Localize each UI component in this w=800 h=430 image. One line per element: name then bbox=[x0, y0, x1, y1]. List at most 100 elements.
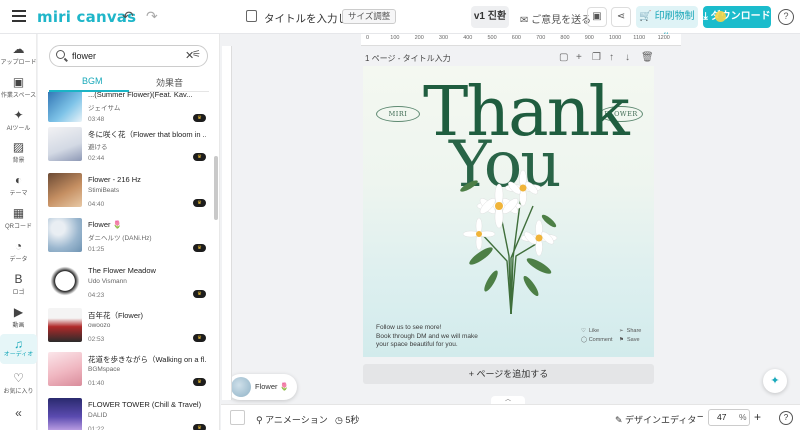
ruler-tick-label: 700 bbox=[536, 35, 546, 41]
rail-label: 作業スペース bbox=[0, 93, 37, 99]
rail-item-theme[interactable]: ◐ テーマ bbox=[0, 173, 37, 197]
miri-badge[interactable]: MIRI bbox=[376, 106, 420, 122]
search-box[interactable]: flower ✕ bbox=[49, 45, 208, 67]
track-item[interactable]: The Flower Meadow Udo Vismann 04:23 ♛ bbox=[48, 264, 208, 309]
zoom-unit: % bbox=[739, 412, 747, 422]
magic-sparkle-icon[interactable]: ✦ bbox=[763, 369, 787, 393]
save-action[interactable]: ⚑ Save bbox=[619, 337, 640, 343]
delete-icon[interactable]: 🗑 bbox=[641, 52, 654, 63]
ruler-tick-label: 1100 bbox=[633, 35, 646, 41]
track-thumbnail[interactable] bbox=[48, 92, 82, 122]
track-duration: 04:23 bbox=[88, 292, 105, 299]
track-title: FLOWER TOWER (Chill & Travel) bbox=[88, 400, 202, 409]
rail-item-ai-tools[interactable]: ✦ AIツール bbox=[0, 108, 37, 132]
page-thumbnail[interactable] bbox=[230, 410, 245, 425]
menu-icon[interactable] bbox=[12, 10, 26, 22]
zoom-out-button[interactable]: − bbox=[697, 411, 703, 423]
animation-button[interactable]: ⚲ アニメーション bbox=[256, 413, 328, 426]
ruler-tick-label: 500 bbox=[487, 35, 497, 41]
design-page[interactable]: MIRI FLOWER Thank You Follow us to see m… bbox=[363, 66, 654, 357]
rail-item-favorites[interactable]: ♡ お気に入り bbox=[0, 371, 37, 395]
logo-icon: B bbox=[14, 272, 23, 286]
track-item[interactable]: FLOWER TOWER (Chill & Travel) DALID 01:22 ♛ bbox=[48, 398, 208, 430]
download-button[interactable]: ⤓ ダウンロード bbox=[703, 6, 771, 28]
rail-item-background[interactable]: ▨ 背景 bbox=[0, 140, 37, 164]
track-thumbnail[interactable] bbox=[48, 173, 82, 207]
resize-button[interactable]: サイズ調整 bbox=[342, 9, 397, 24]
filter-icon[interactable]: ⚟ bbox=[192, 49, 201, 60]
rail-item-logo[interactable]: B ロゴ bbox=[0, 272, 37, 296]
rail-item-video[interactable]: ▶ 動画 bbox=[0, 305, 37, 329]
ruler-tick-label: 800 bbox=[560, 35, 570, 41]
track-thumbnail[interactable] bbox=[48, 218, 82, 252]
track-thumbnail[interactable] bbox=[48, 352, 82, 386]
track-thumbnail[interactable] bbox=[48, 127, 82, 161]
daisy-bouquet-illustration[interactable] bbox=[451, 166, 566, 316]
video-icon: ▶ bbox=[13, 305, 24, 319]
tab-sound-effects[interactable]: 効果音 bbox=[156, 76, 183, 89]
track-item[interactable]: Flower - 216 Hz StimiBeats 04:40 ♛ bbox=[48, 173, 208, 218]
move-down-icon[interactable]: ↓ bbox=[625, 52, 630, 63]
track-item[interactable]: Flower 🌷 ダニヘルツ (DANi.Hz) 01:25 ♛ bbox=[48, 218, 208, 263]
track-duration: 04:40 bbox=[88, 201, 105, 208]
add-page-button[interactable]: + ページを追加する bbox=[363, 364, 654, 384]
premium-crown-icon: ♛ bbox=[193, 114, 206, 122]
like-action[interactable]: ♡ Like bbox=[581, 328, 599, 334]
zoom-value: 47 bbox=[717, 412, 727, 422]
add-icon[interactable]: + bbox=[576, 52, 582, 63]
share-label: Share bbox=[626, 328, 642, 334]
rail-item-collapse[interactable]: « bbox=[0, 406, 37, 420]
track-thumbnail[interactable] bbox=[48, 398, 82, 430]
track-thumbnail[interactable] bbox=[48, 308, 82, 342]
duplicate-icon[interactable]: ❐ bbox=[592, 52, 601, 63]
rail-label: お気に入り bbox=[3, 389, 34, 395]
share-icon[interactable]: ⋖ bbox=[611, 7, 631, 27]
data-icon: ◔ bbox=[14, 239, 23, 253]
track-thumbnail[interactable] bbox=[48, 264, 82, 298]
vertical-ruler bbox=[222, 46, 232, 400]
move-up-icon[interactable]: ↑ bbox=[609, 52, 614, 63]
upload-icon: ☁ bbox=[12, 42, 25, 56]
zoom-in-button[interactable]: + bbox=[754, 410, 761, 424]
ruler-tick-label: 100 bbox=[390, 35, 400, 41]
duration-button[interactable]: ◷ 5秒 bbox=[335, 413, 359, 426]
save-icon[interactable]: ▣ bbox=[587, 7, 607, 27]
tab-bgm[interactable]: BGM bbox=[82, 76, 103, 86]
help-icon[interactable]: ? bbox=[778, 9, 794, 25]
feedback-button[interactable]: ✉ ご意見を送る bbox=[520, 11, 591, 26]
rail-item-data[interactable]: ◔ データ bbox=[0, 239, 37, 263]
track-artist: BGMspace bbox=[88, 366, 121, 373]
share-action[interactable]: ➢ Share bbox=[619, 328, 641, 334]
comment-action[interactable]: ◯ Comment bbox=[581, 337, 613, 343]
zoom-input[interactable]: 47 % bbox=[708, 409, 750, 426]
track-item[interactable]: 花道を歩きながら（Walking on a fl... BGMspace 01:40… bbox=[48, 352, 208, 397]
audio-icon: ♫ bbox=[14, 337, 23, 351]
design-editor-button[interactable]: ✎ デザインエディタ bbox=[615, 413, 696, 426]
follow-text[interactable]: Follow us to see more! Book through DM a… bbox=[376, 324, 478, 350]
print-order-button[interactable]: 🛒 印刷物制作 bbox=[636, 6, 698, 44]
track-duration: 02:53 bbox=[88, 336, 105, 343]
chevron-up-icon[interactable]: ︿ bbox=[491, 396, 525, 404]
page-label[interactable]: 1 ページ - タイトル入力 bbox=[365, 53, 451, 64]
rail-item-qr-code[interactable]: ▦ QRコード bbox=[0, 206, 37, 230]
save-label: Save bbox=[627, 337, 640, 343]
page-note-icon[interactable]: ▢ bbox=[559, 52, 568, 63]
help-circle-icon[interactable]: ? bbox=[779, 411, 793, 425]
rail-label: アップロード bbox=[0, 60, 37, 66]
version-button[interactable]: v1 진환 bbox=[471, 6, 509, 28]
rail-item-audio[interactable]: ♫ オーディオ bbox=[0, 334, 37, 364]
collapse-icon: « bbox=[15, 406, 22, 420]
rail-item-workspace[interactable]: ▣ 作業スペース bbox=[0, 75, 37, 99]
undo-icon[interactable]: ↶ bbox=[122, 8, 134, 25]
ruler-tick-label: 200 bbox=[414, 35, 424, 41]
rail-label: QRコード bbox=[4, 224, 32, 230]
rail-label: ロゴ bbox=[12, 290, 25, 296]
track-item[interactable]: 百年花（Flower) owoozo 02:53 ♛ bbox=[48, 308, 208, 353]
now-playing-chip[interactable]: Flower 🌷 bbox=[227, 374, 297, 400]
ruler-tick-label: 300 bbox=[438, 35, 449, 41]
redo-icon[interactable]: ↷ bbox=[146, 8, 158, 25]
rail-item-upload[interactable]: ☁ アップロード bbox=[0, 42, 37, 66]
track-item[interactable]: 冬に咲く花（Flower that bloom in ... 避ける 02:44 ♛ bbox=[48, 127, 208, 172]
search-input[interactable]: flower bbox=[72, 51, 96, 61]
panel-scrollbar[interactable] bbox=[214, 156, 218, 220]
